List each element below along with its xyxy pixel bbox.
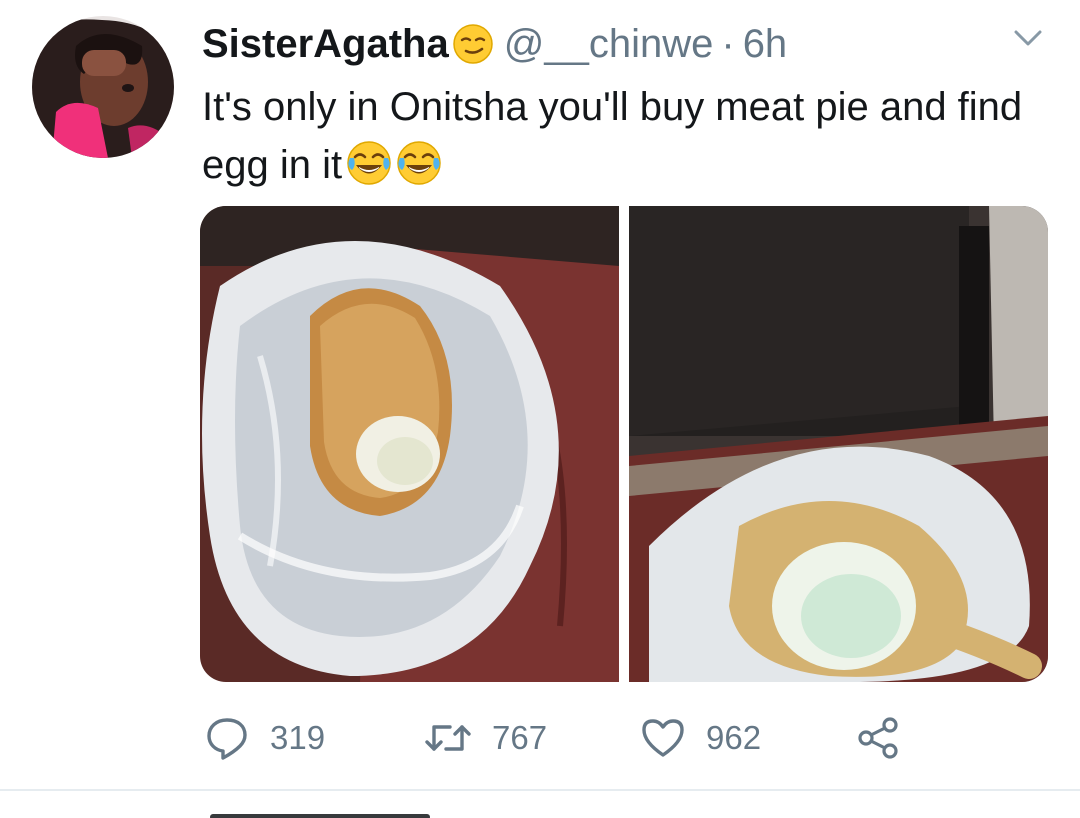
timestamp[interactable]: 6h (743, 22, 788, 67)
reply-icon (207, 718, 247, 760)
retweet-icon (425, 725, 471, 751)
retweet-button[interactable]: 767 (424, 712, 547, 764)
display-name[interactable]: SisterAgatha (202, 22, 449, 67)
separator-dot: · (721, 21, 735, 66)
tweet-text: It's only in Onitsha you'll buy meat pie… (202, 78, 1062, 194)
photo-meat-pie-in-bag[interactable] (200, 206, 619, 682)
next-tweet-peek (210, 808, 630, 818)
reply-count: 319 (270, 719, 326, 756)
retweet-count: 767 (492, 719, 548, 756)
tweet[interactable]: SisterAgatha @__chinwe · 6h It's only in… (0, 0, 1080, 790)
like-count: 962 (706, 719, 762, 756)
user-handle[interactable]: @__chinwe (504, 22, 714, 67)
smirking-face-emoji (452, 23, 494, 65)
share-button[interactable] (856, 712, 902, 764)
heart-icon (642, 719, 684, 757)
chevron-down-icon[interactable] (1008, 24, 1048, 54)
reply-button[interactable]: 319 (204, 712, 325, 764)
tweet-header: SisterAgatha @__chinwe · 6h (202, 18, 787, 70)
tweet-divider (0, 789, 1080, 791)
tweet-media (200, 206, 1048, 682)
tweet-text-body: It's only in Onitsha you'll buy meat pie… (202, 85, 1023, 187)
like-button[interactable]: 962 (640, 712, 761, 764)
face-with-tears-of-joy-emoji (396, 140, 442, 186)
share-icon (858, 717, 898, 759)
face-with-tears-of-joy-emoji (346, 140, 392, 186)
avatar[interactable] (32, 16, 174, 158)
photo-egg-inside-pie[interactable] (629, 206, 1048, 682)
